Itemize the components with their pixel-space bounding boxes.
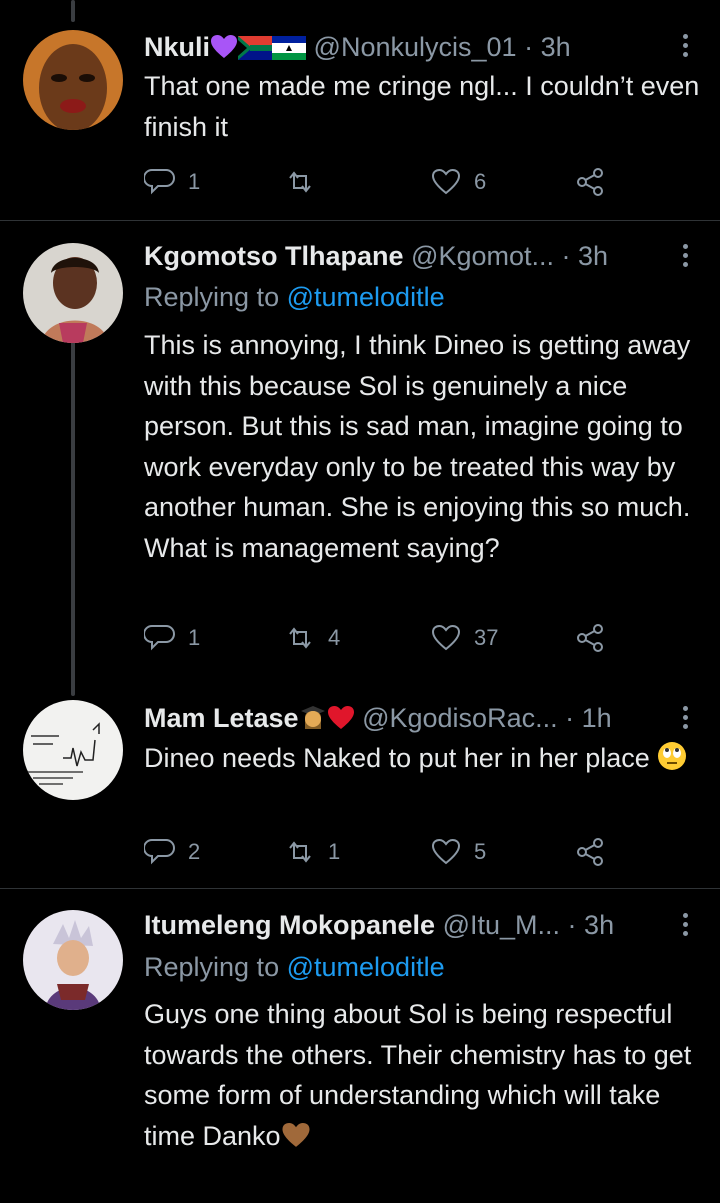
reply-icon <box>144 839 175 865</box>
like-count: 37 <box>474 625 499 650</box>
more-options-icon[interactable] <box>680 706 690 736</box>
share-icon <box>577 838 603 866</box>
more-options-icon[interactable] <box>680 913 690 943</box>
retweet-icon <box>289 841 311 863</box>
replying-to: Replying to @tumeloditle <box>144 948 445 986</box>
reply-button[interactable]: 2 <box>144 832 200 872</box>
share-button[interactable] <box>574 618 606 658</box>
tweet-actions: 2 1 5 <box>144 832 624 872</box>
like-button[interactable]: 5 <box>430 832 486 872</box>
reply-button[interactable]: 1 <box>144 618 200 658</box>
share-icon <box>577 168 603 196</box>
retweet-count: 4 <box>328 625 341 650</box>
heart-icon <box>431 624 461 651</box>
tweet-text-container: Guys one thing about Sol is being respec… <box>144 994 704 1160</box>
more-options-icon[interactable] <box>680 244 690 274</box>
avatar[interactable] <box>23 700 123 800</box>
heart-icon <box>431 838 461 865</box>
tweet-header: Kgomotso Tlhapane @Kgomot... · 3h <box>144 237 676 275</box>
tweet-itumeleng[interactable]: Itumeleng Mokopanele @Itu_M... · 3h Repl… <box>0 889 720 1203</box>
replying-label: Replying to <box>144 282 280 312</box>
handle[interactable]: @Itu_M... <box>443 910 560 940</box>
tweet-actions: 1 4 37 <box>144 618 624 658</box>
display-name[interactable]: Itumeleng Mokopanele <box>144 910 435 940</box>
share-icon <box>577 624 603 652</box>
tweet-header: Nkuli @Nonkulycis_01 · 3h <box>144 28 676 66</box>
reply-count: 1 <box>188 625 201 650</box>
like-button[interactable]: 6 <box>430 162 486 202</box>
timestamp[interactable]: 3h <box>578 241 608 271</box>
display-name[interactable]: Kgomotso Tlhapane <box>144 241 404 271</box>
purple-heart-icon <box>210 32 238 70</box>
tweet-text-container: Dineo needs Naked to put her in her plac… <box>144 738 704 783</box>
share-button[interactable] <box>574 162 606 202</box>
heart-icon <box>431 168 461 195</box>
timestamp[interactable]: 3h <box>584 910 614 940</box>
avatar[interactable] <box>23 30 123 130</box>
display-name[interactable]: Nkuli <box>144 32 210 62</box>
tweet-text: This is annoying, I think Dineo is getti… <box>144 330 691 563</box>
replying-to-mention[interactable]: @tumeloditle <box>287 282 445 312</box>
separator-dot: · <box>561 241 571 271</box>
reply-icon <box>144 625 175 651</box>
handle[interactable]: @KgodisoRac... <box>362 703 558 733</box>
retweet-count: 1 <box>328 839 341 864</box>
rolling-eyes-emoji-icon <box>657 741 687 783</box>
like-count: 5 <box>474 839 487 864</box>
tweet-kgomotso[interactable]: Kgomotso Tlhapane @Kgomot... · 3h Replyi… <box>0 221 720 688</box>
share-button[interactable] <box>574 832 606 872</box>
more-options-icon[interactable] <box>680 34 690 64</box>
retweet-button[interactable]: 1 <box>284 832 340 872</box>
separator-dot: · <box>565 703 575 733</box>
tweet-header: Mam Letase @KgodisoRac... · 1h <box>144 699 676 737</box>
replying-to: Replying to @tumeloditle <box>144 278 445 316</box>
student-emoji-icon <box>299 703 327 741</box>
avatar[interactable] <box>23 910 123 1010</box>
retweet-button[interactable] <box>284 162 328 202</box>
timestamp[interactable]: 1h <box>582 703 612 733</box>
brown-heart-icon <box>281 1120 311 1161</box>
red-heart-icon <box>327 703 355 741</box>
tweet-text: Guys one thing about Sol is being respec… <box>144 999 692 1151</box>
like-count: 6 <box>474 169 487 194</box>
south-africa-flag-icon <box>238 32 273 70</box>
replying-to-mention[interactable]: @tumeloditle <box>287 952 445 982</box>
display-name[interactable]: Mam Letase <box>144 703 299 733</box>
timestamp[interactable]: 3h <box>541 32 571 62</box>
retweet-icon <box>289 171 311 193</box>
reply-button[interactable]: 1 <box>144 162 200 202</box>
separator-dot: · <box>524 32 534 62</box>
handle[interactable]: @Nonkulycis_01 <box>314 32 517 62</box>
like-button[interactable]: 37 <box>430 618 498 658</box>
retweet-button[interactable]: 4 <box>284 618 340 658</box>
retweet-icon <box>289 627 311 649</box>
reply-count: 2 <box>188 839 201 864</box>
avatar[interactable] <box>23 243 123 343</box>
replying-label: Replying to <box>144 952 280 982</box>
tweet-header: Itumeleng Mokopanele @Itu_M... · 3h <box>144 906 676 944</box>
tweet-text: That one made me cringe ngl... I couldn’… <box>144 71 700 142</box>
tweet-nkuli[interactable]: Nkuli @Nonkulycis_01 · 3h That one made … <box>0 0 720 220</box>
lesotho-flag-icon <box>272 32 307 70</box>
tweet-mam-letase[interactable]: Mam Letase @KgodisoRac... · 1h Dineo nee… <box>0 688 720 888</box>
reply-icon <box>144 169 175 195</box>
handle[interactable]: @Kgomot... <box>411 241 554 271</box>
tweet-text: Dineo needs Naked to put her in her plac… <box>144 743 650 773</box>
separator-dot: · <box>567 910 577 940</box>
tweet-actions: 1 6 <box>144 162 624 202</box>
reply-count: 1 <box>188 169 201 194</box>
